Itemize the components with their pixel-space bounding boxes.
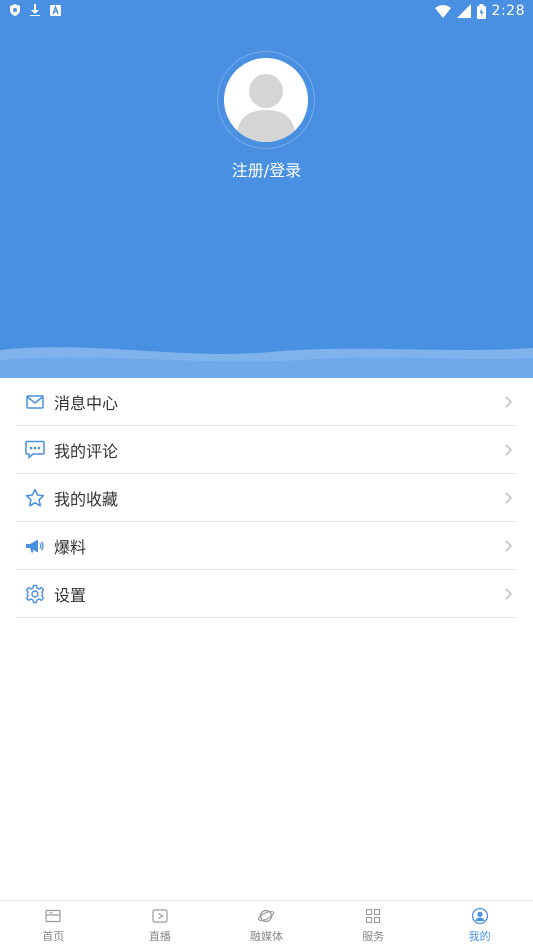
- signal-icon: [456, 4, 471, 18]
- user-icon: [471, 907, 488, 925]
- nav-label: 融媒体: [249, 930, 283, 943]
- chevron-right-icon: [505, 396, 512, 408]
- nav-label: 我的: [468, 930, 491, 943]
- nav-mine[interactable]: 我的: [426, 901, 533, 948]
- menu-item-tipoff[interactable]: 爆料: [17, 522, 516, 570]
- menu-item-messages[interactable]: 消息中心: [17, 378, 516, 426]
- comment-icon: [25, 440, 45, 460]
- wifi-icon: [434, 4, 451, 18]
- nav-label: 首页: [42, 930, 65, 943]
- status-bar: 2:28: [0, 0, 533, 24]
- profile-header: 2:28 注册/登录: [0, 0, 533, 378]
- header-wave: [0, 347, 533, 378]
- megaphone-icon: [25, 536, 45, 556]
- chevron-right-icon: [505, 588, 512, 600]
- battery-icon: [476, 3, 486, 19]
- nav-services[interactable]: 服务: [320, 901, 427, 948]
- menu-item-comments[interactable]: 我的评论: [17, 426, 516, 474]
- nav-home[interactable]: 首页: [0, 901, 107, 948]
- planet-icon: [258, 909, 275, 923]
- grid-icon: [366, 908, 381, 924]
- chevron-right-icon: [505, 492, 512, 504]
- menu-item-label: 我的评论: [54, 441, 119, 461]
- menu-list: 消息中心 我的评论 我的收藏 爆料 设置: [0, 378, 533, 618]
- home-card-icon: [45, 909, 61, 923]
- default-user-icon: [236, 74, 296, 142]
- menu-item-favorites[interactable]: 我的收藏: [17, 474, 516, 522]
- play-icon: [152, 909, 168, 923]
- nav-live[interactable]: 直播: [107, 901, 214, 948]
- menu-item-settings[interactable]: 设置: [17, 570, 516, 618]
- menu-item-label: 设置: [54, 585, 87, 605]
- download-icon: [30, 4, 40, 16]
- menu-item-label: 我的收藏: [54, 489, 119, 509]
- chevron-right-icon: [505, 444, 512, 456]
- nav-media[interactable]: 融媒体: [213, 901, 320, 948]
- nav-label: 服务: [362, 930, 385, 943]
- nav-label: 直播: [148, 930, 171, 943]
- shield-icon: [10, 4, 20, 16]
- star-icon: [25, 488, 45, 508]
- gear-icon: [25, 584, 45, 604]
- menu-item-label: 爆料: [54, 537, 87, 557]
- status-time: 2:28: [491, 3, 525, 19]
- app-a-icon: [50, 4, 61, 16]
- chevron-right-icon: [505, 540, 512, 552]
- avatar[interactable]: [224, 58, 308, 142]
- menu-item-label: 消息中心: [54, 393, 119, 413]
- login-register-link[interactable]: 注册/登录: [0, 157, 533, 181]
- bottom-nav: 首页 直播 融媒体 服务 我的: [0, 900, 533, 948]
- mail-icon: [25, 392, 45, 412]
